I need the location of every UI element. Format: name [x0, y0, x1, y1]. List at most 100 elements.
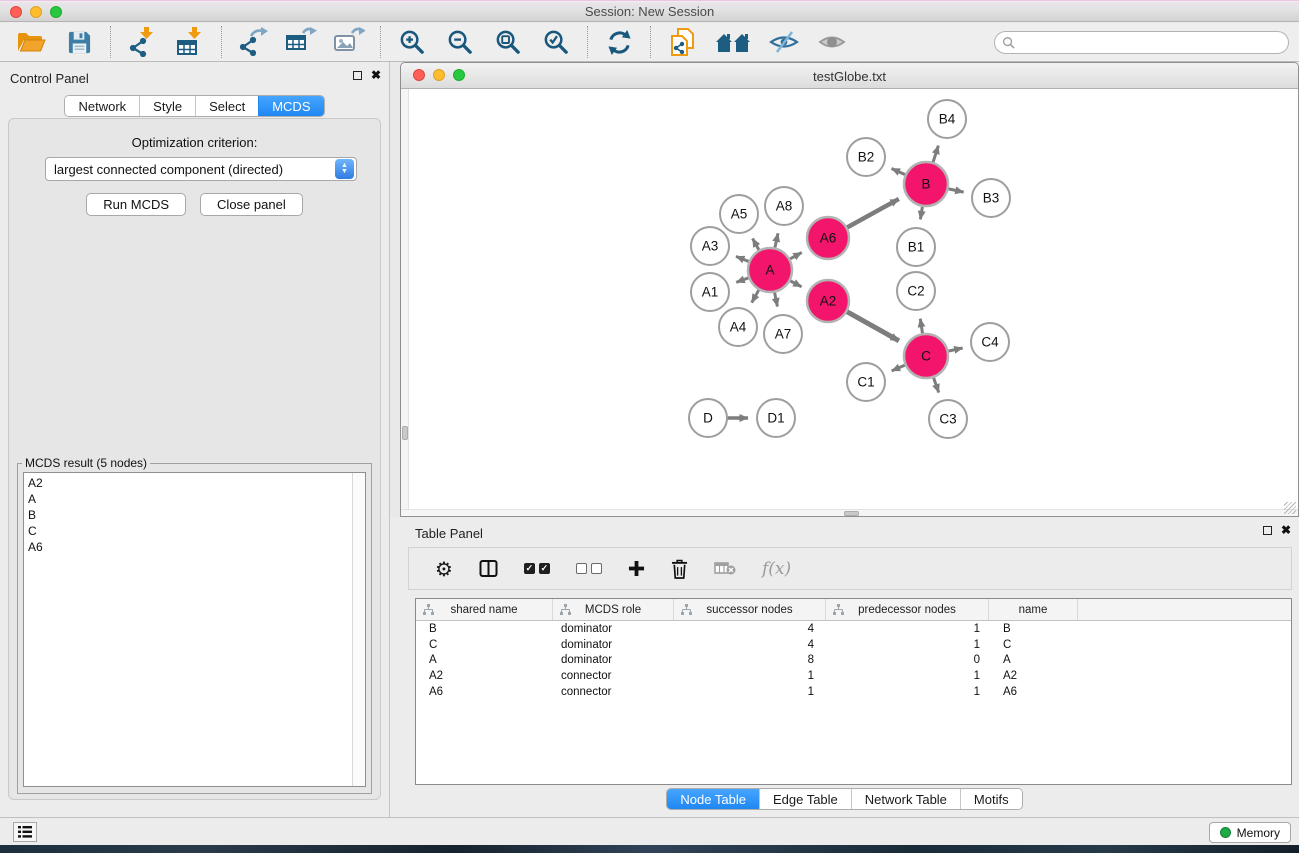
column-settings-gear-icon[interactable]: ⚙ [435, 557, 453, 581]
vertical-scroll-thumb[interactable] [402, 426, 408, 440]
table-cell[interactable]: C [416, 639, 553, 651]
tab-node-table[interactable]: Node Table [667, 789, 759, 809]
graph-edge[interactable] [736, 256, 750, 261]
search-input[interactable] [1019, 36, 1288, 50]
table-row[interactable]: Cdominator41C [416, 637, 1291, 653]
import-table-icon[interactable] [173, 26, 207, 58]
graph-edge[interactable] [789, 252, 801, 259]
open-file-icon[interactable] [14, 26, 48, 58]
graph-node-B1[interactable]: B1 [897, 228, 935, 266]
table-cell[interactable]: dominator [553, 623, 674, 635]
graph-edge[interactable] [736, 278, 749, 283]
delete-column-icon[interactable] [671, 559, 688, 579]
graph-node-C4[interactable]: C4 [971, 323, 1009, 361]
graph-edge[interactable] [774, 292, 777, 307]
graph-node-C2[interactable]: C2 [897, 272, 935, 310]
tab-network-table[interactable]: Network Table [851, 789, 960, 809]
close-table-panel-icon[interactable]: ✖ [1281, 524, 1291, 536]
table-cell[interactable]: 0 [826, 654, 989, 666]
export-image-icon[interactable] [332, 26, 366, 58]
column-header-shared-name[interactable]: shared name [416, 599, 553, 620]
graph-edge[interactable] [947, 348, 962, 351]
graph-edge[interactable] [933, 146, 939, 163]
graph-edge[interactable] [920, 206, 922, 220]
zoom-selected-icon[interactable] [539, 26, 573, 58]
network-horizontal-scrollbar[interactable] [401, 509, 1298, 516]
result-list-item[interactable]: A2 [28, 475, 351, 491]
zoom-in-icon[interactable] [395, 26, 429, 58]
network-graph[interactable]: B4B2BB3A8A5A6A3B1AA1C2A2A4A7C4CC1C3DD1 [401, 89, 1298, 516]
hide-graphics-details-icon[interactable] [767, 26, 801, 58]
graph-node-D1[interactable]: D1 [757, 399, 795, 437]
graph-node-B[interactable]: B [904, 162, 948, 206]
table-cell[interactable]: connector [553, 686, 674, 698]
table-cell[interactable]: C [989, 639, 1078, 651]
tab-style[interactable]: Style [139, 96, 195, 116]
table-row[interactable]: A2connector11A2 [416, 668, 1291, 684]
table-row[interactable]: A6connector11A6 [416, 684, 1291, 700]
graph-node-A2[interactable]: A2 [807, 280, 849, 322]
result-list-item[interactable]: C [28, 523, 351, 539]
network-vertical-scrollbar[interactable] [401, 89, 409, 516]
table-cell[interactable]: A [989, 654, 1078, 666]
search-field[interactable] [994, 31, 1289, 54]
table-cell[interactable]: 1 [674, 686, 826, 698]
table-cell[interactable]: A [416, 654, 553, 666]
horizontal-scroll-thumb[interactable] [844, 511, 859, 516]
graph-edge[interactable] [775, 233, 778, 248]
add-column-icon[interactable] [628, 560, 645, 577]
graph-node-B2[interactable]: B2 [847, 138, 885, 176]
task-history-button[interactable] [13, 822, 37, 842]
zoom-out-icon[interactable] [443, 26, 477, 58]
table-cell[interactable]: B [989, 623, 1078, 635]
zoom-fit-icon[interactable] [491, 26, 525, 58]
tab-edge-table[interactable]: Edge Table [759, 789, 851, 809]
deselect-all-icon[interactable] [576, 563, 602, 574]
close-panel-icon[interactable]: ✖ [371, 69, 381, 81]
export-network-icon[interactable] [236, 26, 270, 58]
graph-node-C1[interactable]: C1 [847, 363, 885, 401]
table-cell[interactable]: A2 [416, 670, 553, 682]
resize-grip-icon[interactable] [1284, 502, 1296, 514]
table-cell[interactable]: A2 [989, 670, 1078, 682]
result-list-item[interactable]: A6 [28, 539, 351, 555]
tab-motifs[interactable]: Motifs [960, 789, 1022, 809]
close-panel-button[interactable]: Close panel [200, 193, 303, 216]
network-canvas[interactable]: B4B2BB3A8A5A6A3B1AA1C2A2A4A7C4CC1C3DD1 [401, 89, 1298, 516]
graph-node-A7[interactable]: A7 [764, 315, 802, 353]
column-header-successor-nodes[interactable]: successor nodes [674, 599, 826, 620]
tab-select[interactable]: Select [195, 96, 258, 116]
memory-button[interactable]: Memory [1209, 822, 1291, 843]
graph-edge[interactable] [789, 280, 801, 286]
graph-node-B3[interactable]: B3 [972, 179, 1010, 217]
graph-edge[interactable] [753, 238, 760, 250]
table-cell[interactable]: 1 [826, 670, 989, 682]
graph-node-A8[interactable]: A8 [765, 187, 803, 225]
table-cell[interactable]: 4 [674, 623, 826, 635]
graph-node-C[interactable]: C [904, 334, 948, 378]
network-window-titlebar[interactable]: testGlobe.txt [401, 63, 1298, 89]
graph-node-A3[interactable]: A3 [691, 227, 729, 265]
table-cell[interactable]: 1 [826, 623, 989, 635]
criterion-dropdown[interactable]: largest connected component (directed) ▲… [45, 157, 357, 181]
run-mcds-button[interactable]: Run MCDS [86, 193, 186, 216]
graph-edge[interactable] [948, 189, 964, 192]
export-table-icon[interactable] [284, 26, 318, 58]
table-cell[interactable]: 1 [826, 639, 989, 651]
graph-edge[interactable] [933, 377, 939, 393]
show-graphics-details-icon[interactable] [815, 26, 849, 58]
table-row[interactable]: Bdominator41B [416, 621, 1291, 637]
table-cell[interactable]: dominator [553, 654, 674, 666]
column-header-name[interactable]: name [989, 599, 1078, 620]
save-session-icon[interactable] [62, 26, 96, 58]
table-cell[interactable]: connector [553, 670, 674, 682]
table-cell[interactable]: dominator [553, 639, 674, 651]
result-list-item[interactable]: A [28, 491, 351, 507]
column-header-mcds-role[interactable]: MCDS role [553, 599, 674, 620]
graph-node-D[interactable]: D [689, 399, 727, 437]
graph-edge[interactable] [846, 311, 899, 341]
import-network-icon[interactable] [125, 26, 159, 58]
table-row[interactable]: Adominator80A [416, 653, 1291, 669]
table-cell[interactable]: 4 [674, 639, 826, 651]
graph-edge[interactable] [892, 168, 906, 174]
